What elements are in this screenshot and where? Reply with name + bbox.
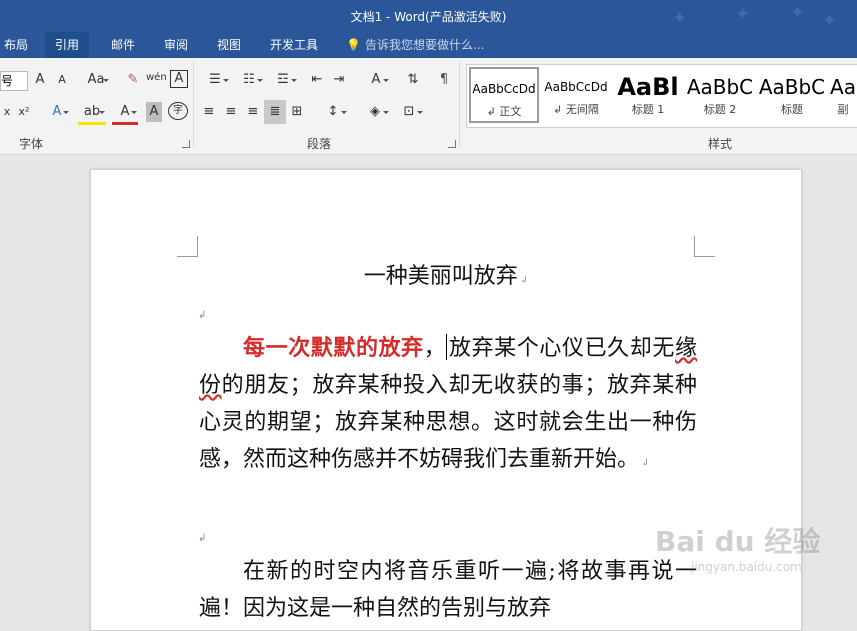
font-size-dropdown[interactable]: 号 bbox=[0, 71, 28, 91]
styles-gallery: AaBbCcDd ↲ 正文 AaBbCcDd ↲ 无间隔 AaBl 标题 1 A… bbox=[466, 64, 857, 128]
tell-me-text: 告诉我您想要做什么... bbox=[364, 38, 485, 52]
phonetic-guide-button[interactable]: wén bbox=[146, 68, 167, 88]
watermark-brand: Bai du 经验 bbox=[655, 525, 821, 558]
align-center-icon[interactable]: ≡ bbox=[222, 102, 240, 122]
shading-button[interactable]: ◈ bbox=[360, 102, 390, 122]
decrease-indent-icon[interactable]: ⇤ bbox=[308, 70, 326, 90]
paragraph-1[interactable]: 每一次默默的放弃，放弃某个心仪已久却无缘份的朋友；放弃某种投入却无收获的事；放弃… bbox=[199, 330, 697, 482]
paragraph-2[interactable]: 在新的时空内将音乐重听一遍;将故事再说一遍！因为这是一种自然的告别与放弃 bbox=[199, 553, 697, 627]
crop-mark bbox=[177, 236, 198, 257]
lightbulb-icon: 💡 bbox=[346, 38, 361, 52]
style-title[interactable]: AaBbC 标题 bbox=[757, 67, 827, 123]
paragraph-mark-icon: ↲ bbox=[198, 533, 207, 544]
paragraph-mark-icon: ↲ bbox=[198, 310, 207, 321]
clear-formatting-icon[interactable]: ✎ bbox=[124, 70, 142, 90]
subscript-button[interactable]: x bbox=[0, 102, 14, 122]
style-subtitle[interactable]: Aa 副 bbox=[829, 67, 857, 123]
baidu-watermark: Bai du 经验 jingyan.baidu.com bbox=[655, 520, 855, 580]
styles-group-label: 样式 bbox=[707, 137, 732, 151]
font-dialog-launcher-icon[interactable]: . bbox=[182, 140, 190, 148]
tell-me-box[interactable]: 💡 告诉我您想要做什么... bbox=[346, 32, 484, 58]
emphasis-text: 每一次默默的放弃 bbox=[243, 335, 424, 361]
style-sample: AaBbCcDd bbox=[472, 82, 536, 96]
numbering-button[interactable]: ☷ bbox=[234, 70, 264, 90]
style-sample: Aa bbox=[830, 75, 856, 99]
asian-layout-button[interactable]: A bbox=[362, 70, 390, 90]
sort-icon[interactable]: ⇅ bbox=[404, 70, 422, 90]
crop-mark bbox=[694, 236, 715, 257]
style-name: ↲ 无间隔 bbox=[553, 103, 599, 116]
tab-references[interactable]: 引用 bbox=[45, 32, 90, 58]
multilevel-list-button[interactable]: ☲ bbox=[268, 70, 298, 90]
text-effects-button[interactable]: A bbox=[44, 102, 70, 122]
character-shading-button[interactable]: A bbox=[146, 102, 162, 122]
paragraph-mark-icon: ↲ bbox=[519, 275, 529, 286]
document-title[interactable]: 一种美丽叫放弃 ↲ bbox=[91, 258, 801, 290]
style-sample: AaBbC bbox=[686, 75, 754, 99]
tab-mailings[interactable]: 邮件 bbox=[101, 32, 145, 58]
character-border-button[interactable]: A bbox=[170, 70, 188, 88]
style-name: 副 bbox=[837, 103, 849, 116]
tab-review[interactable]: 审阅 bbox=[154, 32, 198, 58]
align-right-icon[interactable]: ≡ bbox=[244, 102, 262, 122]
paragraph-dialog-launcher-icon[interactable]: . bbox=[448, 140, 456, 148]
group-separator bbox=[459, 62, 460, 148]
ribbon-tabs: 布局 引用 邮件 审阅 视图 开发工具 💡 告诉我您想要做什么... bbox=[0, 32, 857, 58]
shrink-font-button[interactable]: A bbox=[54, 70, 70, 90]
watermark-url: jingyan.baidu.com bbox=[691, 560, 802, 574]
tab-layout[interactable]: 布局 bbox=[0, 32, 38, 58]
title-bar: ✦ ✦ ✦ ✦ 文档1 - Word(产品激活失败) bbox=[0, 0, 857, 32]
style-name: 标题 2 bbox=[703, 103, 737, 116]
grow-font-button[interactable]: A bbox=[32, 70, 48, 90]
style-heading-1[interactable]: AaBl 标题 1 bbox=[613, 67, 683, 123]
style-name: 标题 1 bbox=[631, 103, 665, 116]
font-color-button[interactable]: A bbox=[112, 102, 138, 125]
tab-developer[interactable]: 开发工具 bbox=[260, 32, 328, 58]
style-name: 标题 bbox=[781, 103, 803, 116]
bullets-button[interactable]: ☰ bbox=[200, 70, 230, 90]
font-group-label: 字体 bbox=[18, 137, 43, 151]
show-marks-icon[interactable]: ¶ bbox=[436, 70, 452, 90]
style-sample: AaBl bbox=[617, 73, 679, 101]
enclose-characters-button[interactable]: 字 bbox=[168, 102, 188, 120]
paragraph-group-label: 段落 bbox=[306, 137, 331, 151]
line-spacing-button[interactable]: ↕ bbox=[318, 102, 348, 122]
style-heading-2[interactable]: AaBbC 标题 2 bbox=[685, 67, 755, 123]
style-sample: AaBbCcDd bbox=[544, 80, 608, 94]
superscript-button[interactable]: x² bbox=[16, 102, 32, 122]
change-case-button[interactable]: Aa bbox=[82, 70, 110, 90]
style-sample: AaBbC bbox=[758, 75, 826, 99]
paragraph-mark-icon: ↲ bbox=[641, 458, 650, 469]
increase-indent-icon[interactable]: ⇥ bbox=[330, 70, 348, 90]
window-title: 文档1 - Word(产品激活失败) bbox=[350, 10, 507, 24]
style-normal[interactable]: AaBbCcDd ↲ 正文 bbox=[469, 67, 539, 123]
borders-button[interactable]: ⊡ bbox=[394, 102, 424, 122]
tab-view[interactable]: 视图 bbox=[207, 32, 251, 58]
font-size-value: 号 bbox=[1, 74, 14, 88]
style-no-spacing[interactable]: AaBbCcDd ↲ 无间隔 bbox=[541, 67, 611, 123]
align-left-icon[interactable]: ≡ bbox=[200, 102, 218, 122]
justify-icon[interactable]: ≣ bbox=[264, 100, 286, 124]
ribbon: 号 A A Aa ✎ wén A x x² A ab A A 字 字体 . ☰ … bbox=[0, 58, 857, 155]
group-separator bbox=[193, 62, 194, 148]
style-name: ↲ 正文 bbox=[486, 105, 522, 118]
distributed-icon[interactable]: ⊞ bbox=[288, 102, 306, 122]
highlight-button[interactable]: ab bbox=[78, 102, 106, 125]
